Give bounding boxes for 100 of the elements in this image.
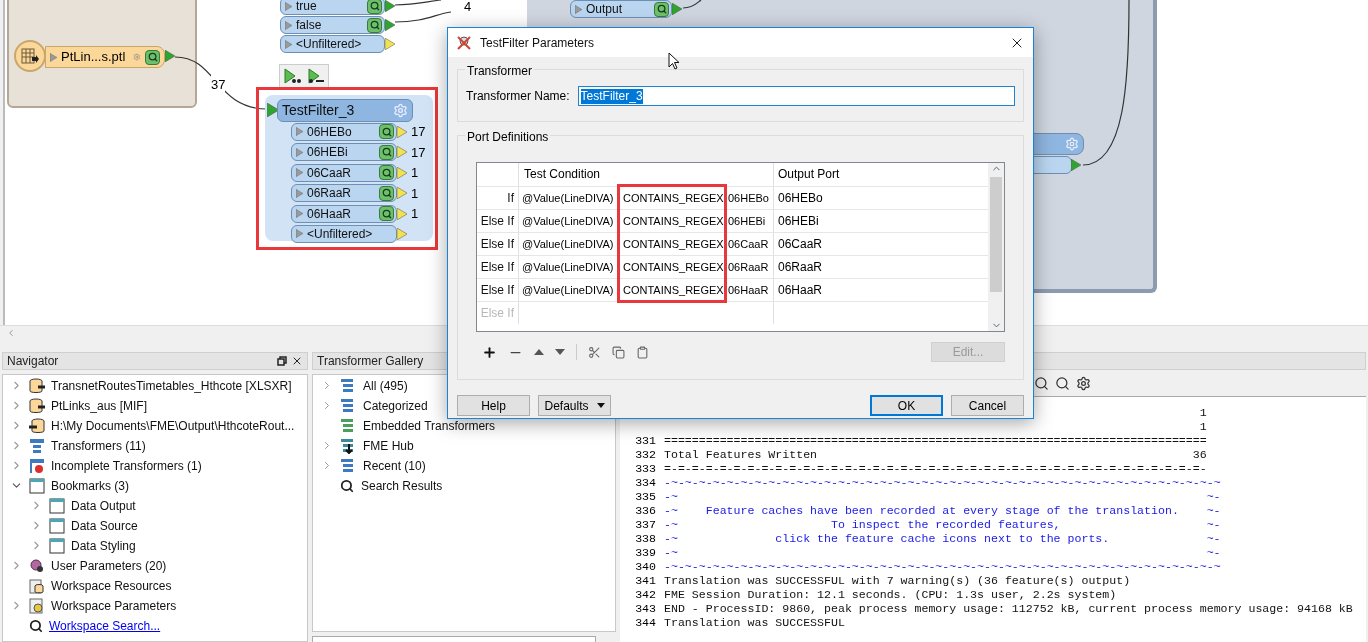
tree-item[interactable]: PtLinks_aus [MIF] bbox=[51, 397, 148, 415]
transformer-node[interactable] bbox=[1032, 133, 1084, 155]
tree-item[interactable]: FME Hub bbox=[363, 437, 414, 455]
line-number: 332 bbox=[635, 448, 656, 462]
tree-item[interactable]: Embedded Transformers bbox=[363, 417, 496, 435]
log-value: ~- bbox=[1206, 518, 1221, 532]
line-number: 341 bbox=[635, 574, 656, 588]
condition-value: 06HEBo bbox=[727, 190, 769, 206]
output-port-cell[interactable]: 06RaaR bbox=[778, 258, 823, 276]
inspect-icon[interactable] bbox=[379, 124, 394, 140]
expand-icon bbox=[296, 229, 303, 238]
tree-item[interactable]: Bookmarks (3) bbox=[51, 477, 130, 495]
tree-item[interactable]: Transformers (11) bbox=[51, 437, 146, 455]
line-number: 342 bbox=[635, 588, 656, 602]
port-connect-icon[interactable] bbox=[307, 68, 325, 84]
inspect-icon[interactable] bbox=[379, 165, 394, 181]
port-label: 06HaaR bbox=[307, 205, 352, 223]
port-connect-icon[interactable] bbox=[283, 68, 301, 84]
output-port-cell[interactable]: 06CaaR bbox=[778, 235, 823, 253]
output-port[interactable]: <Unfiltered> bbox=[280, 35, 385, 53]
cut-icon[interactable] bbox=[588, 345, 601, 359]
resources-icon bbox=[29, 578, 45, 594]
condition-value: 06CaaR bbox=[727, 236, 769, 252]
log-line: END - ProcessID: 9860, peak process memory usage: 112752 kB, current process memory usage: 94168 kB bbox=[664, 602, 1353, 616]
output-port[interactable]: Output bbox=[570, 0, 672, 18]
output-port[interactable]: 06HEBi bbox=[291, 143, 397, 162]
tree-item[interactable]: Data Source bbox=[71, 517, 138, 535]
inspect-icon[interactable] bbox=[379, 185, 394, 201]
app-icon bbox=[456, 34, 472, 51]
output-port-cell[interactable]: 06HEBi bbox=[778, 212, 819, 230]
condition-operator: CONTAINS_REGEX bbox=[623, 259, 724, 275]
condition-cell[interactable]: @Value(LineDIVA) CONTAINS_REGEX 06HaaR bbox=[518, 279, 773, 301]
condition-cell[interactable]: @Value(LineDIVA) CONTAINS_REGEX 06RaaR bbox=[518, 256, 773, 278]
feature-count: 4 bbox=[464, 0, 472, 16]
condition-cell[interactable]: @Value(LineDIVA) CONTAINS_REGEX 06HEBo bbox=[518, 187, 773, 209]
inspect-icon[interactable] bbox=[367, 17, 382, 33]
port-label: <Unfiltered> bbox=[296, 36, 362, 53]
tree-item[interactable]: User Parameters (20) bbox=[51, 557, 167, 575]
log-line: FME Session Duration: 12.1 seconds. (CPU: 1.3s user, 2.2s system) bbox=[664, 588, 1117, 602]
workspace-search-link[interactable]: Workspace Search... bbox=[49, 617, 161, 635]
tree-item[interactable]: Categorized bbox=[363, 397, 428, 415]
reader-node[interactable]: PtLin...s.ptl bbox=[45, 46, 165, 68]
restore-icon[interactable] bbox=[277, 356, 287, 366]
column-header: Test Condition bbox=[518, 163, 773, 186]
output-port[interactable]: true bbox=[280, 0, 385, 15]
settings-icon[interactable] bbox=[1076, 375, 1091, 391]
log-line: Total Features Written bbox=[664, 448, 818, 462]
tree-item[interactable]: Data Output bbox=[71, 497, 136, 515]
output-port[interactable]: 06RaaR bbox=[291, 184, 397, 203]
search-field[interactable] bbox=[312, 636, 596, 642]
close-icon[interactable] bbox=[291, 355, 303, 367]
input-port-icon bbox=[267, 103, 279, 117]
tree-item[interactable]: Workspace Parameters bbox=[51, 597, 177, 615]
log-line: -~ To inspect the recorded features, bbox=[664, 518, 1061, 532]
tree-item[interactable]: TransnetRoutesTimetables_Hthcote [XLSXR] bbox=[51, 377, 292, 395]
search-icon[interactable] bbox=[1055, 375, 1070, 391]
inspect-icon[interactable] bbox=[379, 206, 394, 222]
line-number: 340 bbox=[635, 560, 656, 574]
transformer-node[interactable]: TestFilter_3 bbox=[277, 99, 413, 122]
inspect-icon[interactable] bbox=[379, 144, 394, 160]
copy-icon[interactable] bbox=[612, 345, 625, 359]
tree-item[interactable]: Workspace Resources bbox=[51, 577, 172, 595]
inspect-icon[interactable] bbox=[654, 1, 669, 17]
output-port-cell[interactable]: 06HaaR bbox=[778, 281, 823, 299]
tree-item[interactable]: All (495) bbox=[363, 377, 408, 395]
add-icon[interactable] bbox=[482, 344, 497, 360]
panel-title: Transformer Gallery bbox=[317, 353, 424, 370]
move-up-icon[interactable] bbox=[534, 348, 544, 356]
condition-cell[interactable]: @Value(LineDIVA) CONTAINS_REGEX 06CaaR bbox=[518, 233, 773, 255]
tree-item[interactable]: Incomplete Transformers (1) bbox=[51, 457, 202, 475]
log-line: =-=-=-=-=-=-=-=-=-=-=-=-=-=-=-=-=-=-=-=-=-=-=-=-=-=-=-=-=-=-=-=-=-=-=-=-=-=-=- bbox=[664, 462, 1207, 476]
node-label: PtLin...s.ptl bbox=[61, 48, 126, 67]
port-label: <Unfiltered> bbox=[307, 225, 373, 243]
dialog-button[interactable]: OK bbox=[870, 395, 943, 416]
tree-item[interactable]: Search Results bbox=[361, 477, 443, 495]
condition-cell[interactable]: @Value(LineDIVA) CONTAINS_REGEX 06HEBi bbox=[518, 210, 773, 232]
log-line: -~ Feature caches have been recorded at every stage of the translation. bbox=[664, 504, 1179, 518]
move-down-icon[interactable] bbox=[555, 348, 565, 356]
output-port-cell[interactable]: 06HEBo bbox=[778, 189, 823, 207]
condition-operator: CONTAINS_REGEX bbox=[623, 190, 724, 206]
log-value: ~- bbox=[1206, 546, 1221, 560]
tree-item[interactable]: H:\My Documents\FME\Output\HthcoteRout... bbox=[51, 417, 295, 435]
inspect-icon[interactable] bbox=[145, 49, 160, 65]
row-label: Else If bbox=[479, 213, 515, 230]
condition-operator: CONTAINS_REGEX bbox=[623, 236, 724, 252]
dialog-button[interactable]: Defaults bbox=[538, 395, 611, 416]
tree-item[interactable]: Recent (10) bbox=[363, 457, 426, 475]
expand-icon bbox=[50, 52, 57, 62]
output-port[interactable] bbox=[1032, 156, 1072, 174]
search-icon[interactable] bbox=[1034, 375, 1049, 391]
tree-item[interactable]: Data Styling bbox=[71, 537, 136, 555]
connector bbox=[682, 0, 702, 9]
dialog-button[interactable]: Help bbox=[457, 395, 530, 416]
window-title: TestFilter Parameters bbox=[480, 34, 595, 52]
scrollbar[interactable] bbox=[988, 163, 1004, 331]
paste-icon[interactable] bbox=[636, 345, 649, 359]
output-port[interactable]: false bbox=[280, 16, 385, 34]
name-field[interactable]: TestFilter_3 bbox=[577, 86, 1015, 106]
inspect-icon[interactable] bbox=[367, 0, 382, 14]
dialog-button[interactable]: Cancel bbox=[951, 395, 1024, 416]
